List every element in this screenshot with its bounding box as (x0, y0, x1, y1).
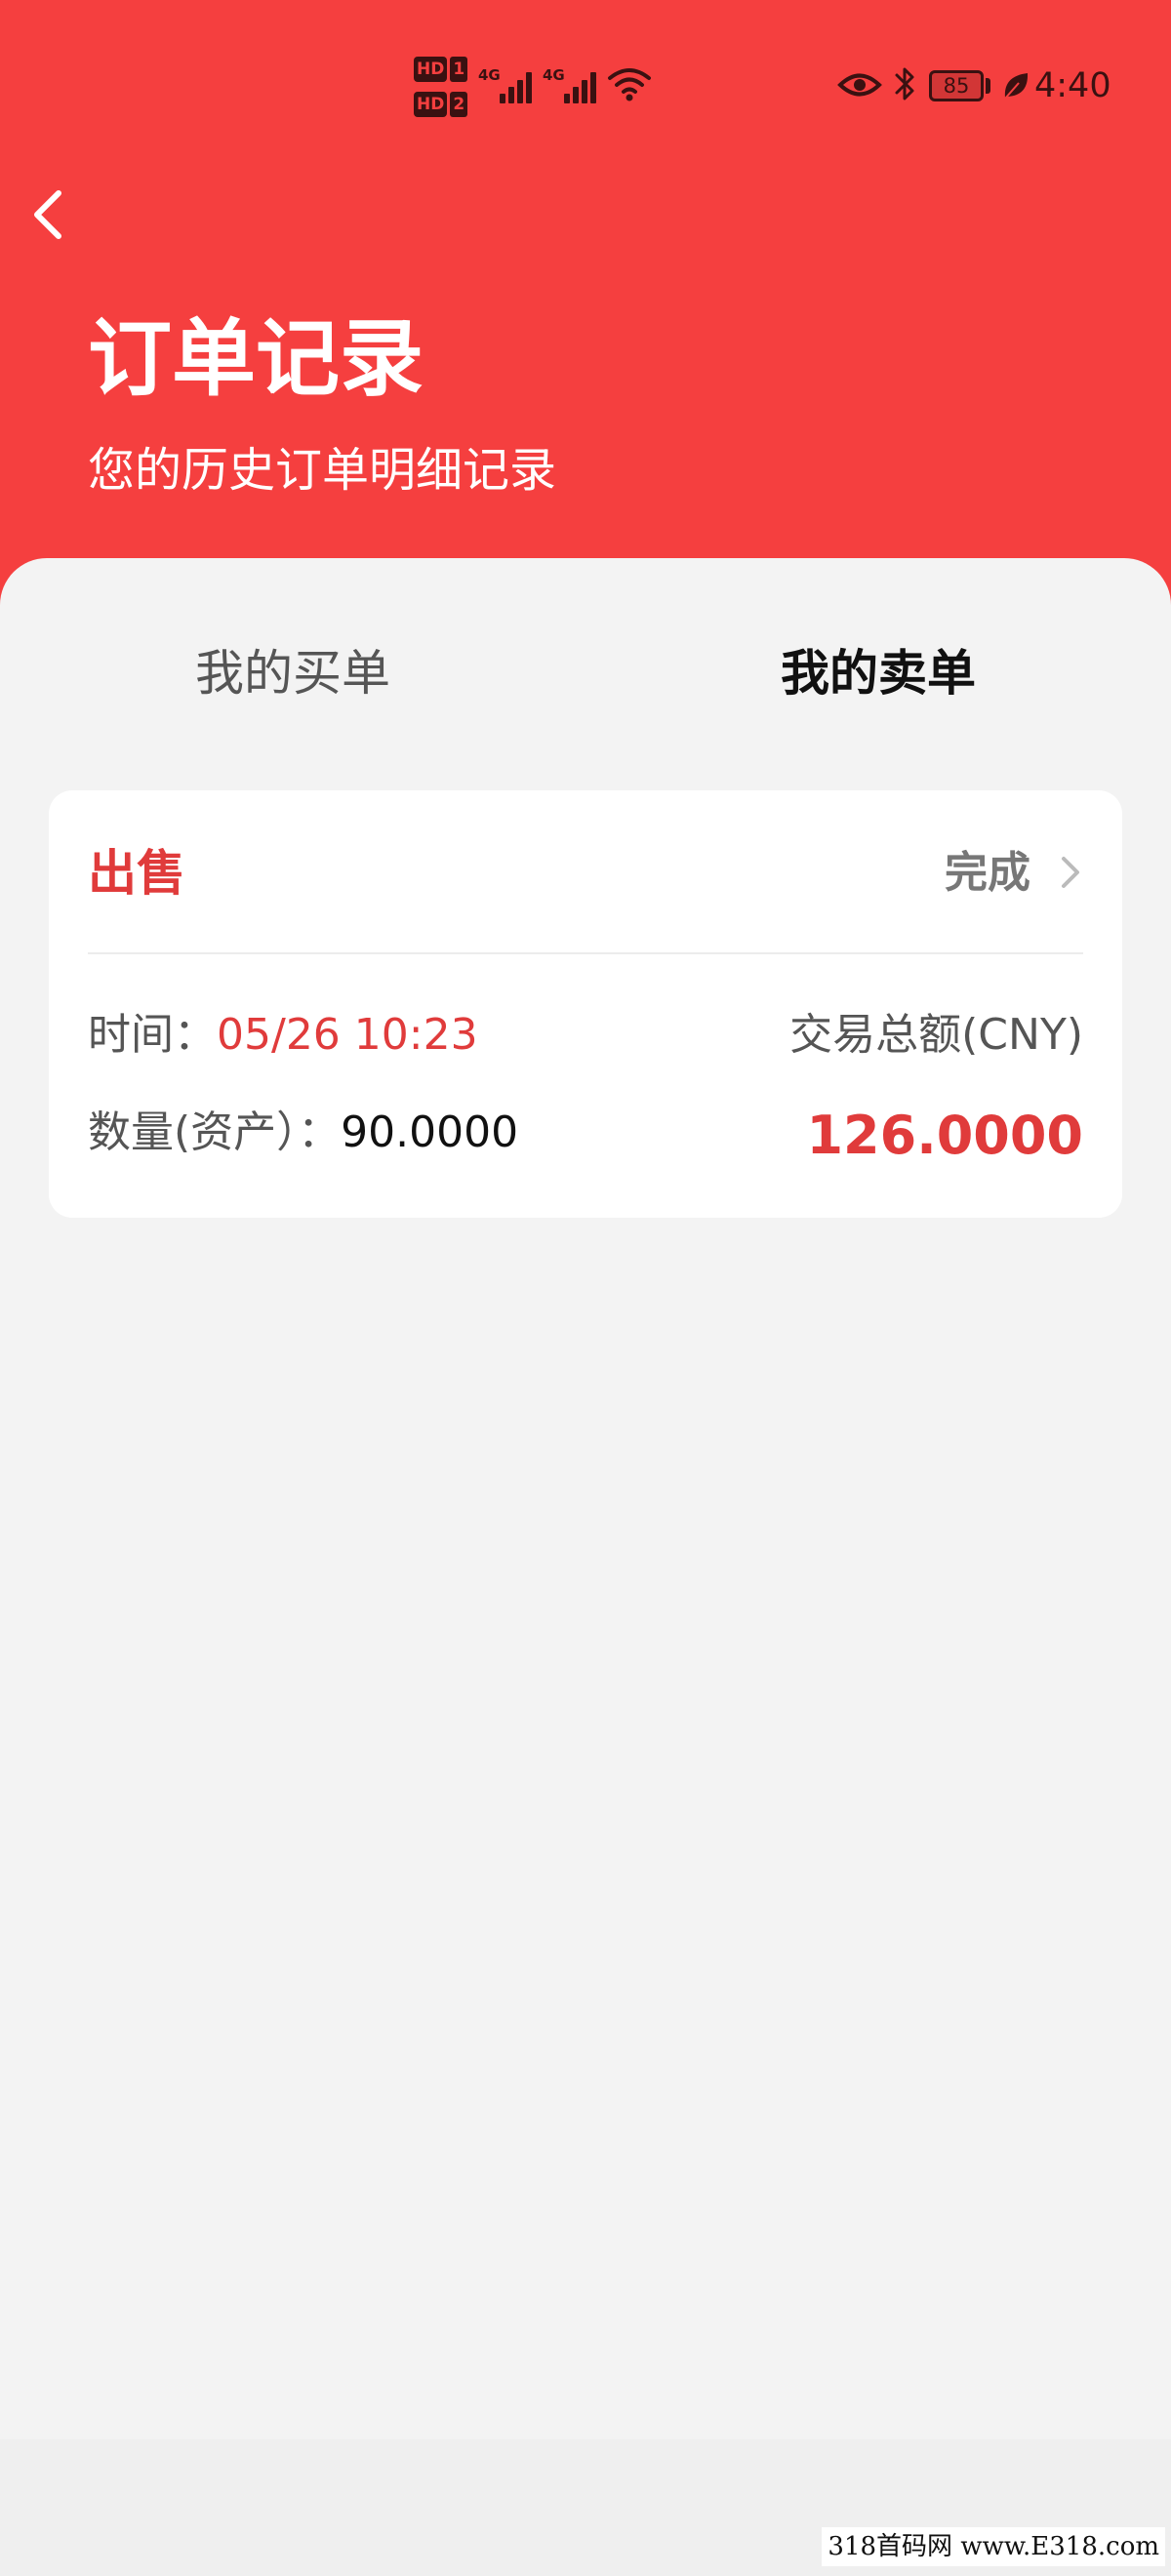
chevron-left-icon[interactable] (21, 185, 80, 244)
clock: 4:40 (1034, 66, 1111, 105)
tab-my-sell-orders[interactable]: 我的卖单 (683, 624, 1073, 722)
total-value: 126.0000 (806, 1105, 1083, 1166)
leaf-icon (1004, 73, 1029, 100)
status-bar: HD 1 HD 2 4G 4G 85 4:40 (0, 0, 1171, 176)
page-header: HD 1 HD 2 4G 4G 85 4:40 订单记录 您的历史订单明细记录 (0, 0, 1171, 624)
sim2-hd-indicator: HD 2 (414, 92, 468, 117)
quantity-value: 90.0000 (341, 1107, 519, 1157)
order-quantity-row: 数量(资产）：90.0000 (88, 1099, 518, 1167)
time-label: 时间： (88, 1010, 217, 1060)
chevron-right-icon[interactable] (1056, 853, 1085, 892)
bottom-bar: 318首码网 www.E318.com (0, 2439, 1171, 2576)
watermark: 318首码网 www.E318.com (822, 2527, 1165, 2566)
quantity-label: 数量(资产）： (88, 1107, 342, 1157)
battery-icon: 85 (929, 70, 984, 101)
bluetooth-icon (895, 67, 914, 101)
order-status: 完成 (945, 848, 1030, 898)
tab-my-buy-orders[interactable]: 我的买单 (98, 624, 488, 722)
order-tabs: 我的买单 我的卖单 (0, 624, 1171, 722)
order-time-row: 时间：05/26 10:23 (88, 1001, 478, 1069)
time-value: 05/26 10:23 (217, 1010, 478, 1060)
wifi-icon (608, 68, 651, 101)
order-type: 出售 (88, 845, 185, 902)
signal-icon: 4G (478, 64, 539, 103)
battery-tip (986, 78, 990, 94)
eye-icon (837, 73, 882, 97)
page-title: 订单记录 (88, 310, 424, 408)
sim1-hd-indicator: HD 1 (414, 57, 468, 82)
signal-icon: 4G (543, 64, 603, 103)
page-subtitle: 您的历史订单明细记录 (88, 443, 557, 498)
total-label: 交易总额(CNY) (789, 1010, 1083, 1060)
order-card[interactable]: 出售 完成 时间：05/26 10:23 数量(资产）：90.0000 交易总额… (49, 790, 1122, 1218)
divider (88, 952, 1083, 954)
